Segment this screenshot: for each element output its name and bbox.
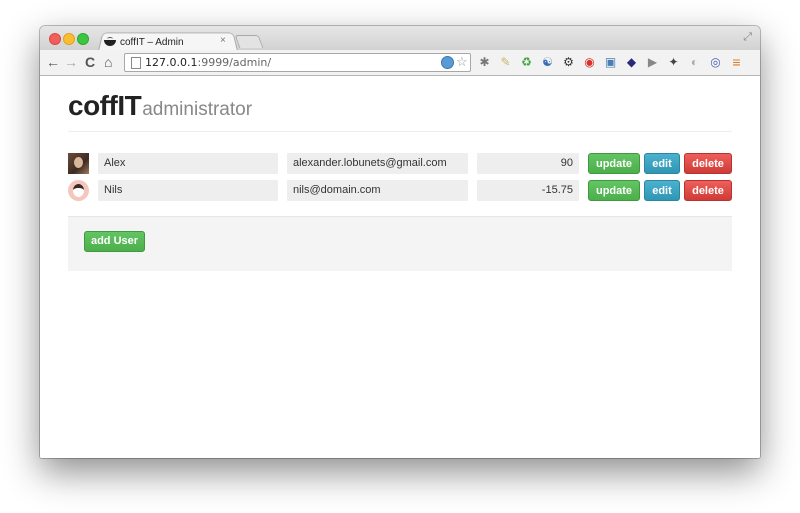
window-maximize-button[interactable]: [77, 33, 89, 45]
address-bar[interactable]: 127.0.0.1:9999/admin/ ☆: [124, 53, 471, 72]
diamond-extension-icon[interactable]: ◆: [623, 54, 640, 71]
gear-extension-icon[interactable]: ⚙: [560, 54, 577, 71]
bug-extension-icon[interactable]: ✱: [476, 54, 493, 71]
delete-button[interactable]: delete: [684, 180, 732, 201]
tab-close-icon[interactable]: ×: [220, 35, 226, 46]
url-host: 127.0.0.1: [145, 56, 198, 69]
page-header: coffIT administrator: [68, 90, 252, 122]
avatar: [68, 153, 89, 174]
wrench-extension-icon[interactable]: ✦: [665, 54, 682, 71]
add-user-button[interactable]: add User: [84, 231, 145, 252]
note-extension-icon[interactable]: ✎: [497, 54, 514, 71]
play-extension-icon[interactable]: ▶: [644, 54, 661, 71]
actions-panel: add User: [68, 216, 732, 271]
avatar: [68, 180, 89, 201]
brand-subtitle: administrator: [142, 99, 253, 120]
extension-bar: ✱ ✎ ♻ ☯ ⚙ ◉ ▣ ◆ ▶ ✦ ◐ ◎ ≡: [476, 54, 745, 71]
url-path: :9999/admin/: [197, 56, 272, 69]
page-action-icon[interactable]: [441, 56, 454, 69]
edit-button[interactable]: edit: [644, 180, 680, 201]
update-button[interactable]: update: [588, 153, 640, 174]
globe-extension-icon[interactable]: ◐: [686, 54, 703, 71]
user-row-alex: Alex alexander.lobunets@gmail.com 90 upd…: [68, 152, 732, 179]
coffee-cup-icon: [104, 37, 116, 47]
user-row-nils: Nils nils@domain.com -15.75 update edit …: [68, 179, 732, 206]
python-extension-icon[interactable]: ☯: [539, 54, 556, 71]
window-minimize-button[interactable]: [63, 33, 75, 45]
edit-button[interactable]: edit: [644, 153, 680, 174]
recycle-extension-icon[interactable]: ♻: [518, 54, 535, 71]
user-email-field[interactable]: alexander.lobunets@gmail.com: [287, 153, 468, 174]
delete-button[interactable]: delete: [684, 153, 732, 174]
bookmark-star-icon[interactable]: ☆: [456, 53, 468, 70]
window-close-button[interactable]: [49, 33, 61, 45]
menu-icon[interactable]: ≡: [728, 54, 745, 71]
user-balance-field[interactable]: 90: [477, 153, 579, 174]
address-url: 127.0.0.1:9999/admin/: [145, 54, 271, 71]
user-name-field[interactable]: Nils: [98, 180, 278, 201]
screenshot-extension-icon[interactable]: ▣: [602, 54, 619, 71]
browser-toolbar: ← → C ⌂ 127.0.0.1:9999/admin/ ☆ ✱ ✎ ♻ ☯ …: [40, 50, 760, 76]
header-divider: [68, 131, 732, 132]
user-name-field[interactable]: Alex: [98, 153, 278, 174]
home-button[interactable]: ⌂: [104, 53, 112, 71]
user-email-field[interactable]: nils@domain.com: [287, 180, 468, 201]
new-tab-button[interactable]: [234, 35, 264, 48]
brand-title: coffIT: [68, 90, 142, 121]
fullscreen-icon[interactable]: ⤢: [743, 31, 752, 44]
page-content: coffIT administrator Alex alexander.lobu…: [40, 76, 760, 458]
page-icon: [131, 57, 141, 69]
update-button[interactable]: update: [588, 180, 640, 201]
opera-extension-icon[interactable]: ◉: [581, 54, 598, 71]
tab-admin-content[interactable]: coffIT – Admin: [104, 34, 234, 50]
browser-window: coffIT – Admin × ⤢ ← → C ⌂ 127.0.0.1:999…: [40, 26, 760, 458]
user-balance-field[interactable]: -15.75: [477, 180, 579, 201]
tab-strip: coffIT – Admin × ⤢: [40, 26, 760, 51]
circle-extension-icon[interactable]: ◎: [707, 54, 724, 71]
back-button[interactable]: ←: [46, 53, 60, 71]
user-list: Alex alexander.lobunets@gmail.com 90 upd…: [68, 152, 732, 206]
forward-button[interactable]: →: [64, 53, 78, 71]
tab-title: coffIT – Admin: [120, 36, 184, 48]
reload-button[interactable]: C: [85, 53, 95, 71]
